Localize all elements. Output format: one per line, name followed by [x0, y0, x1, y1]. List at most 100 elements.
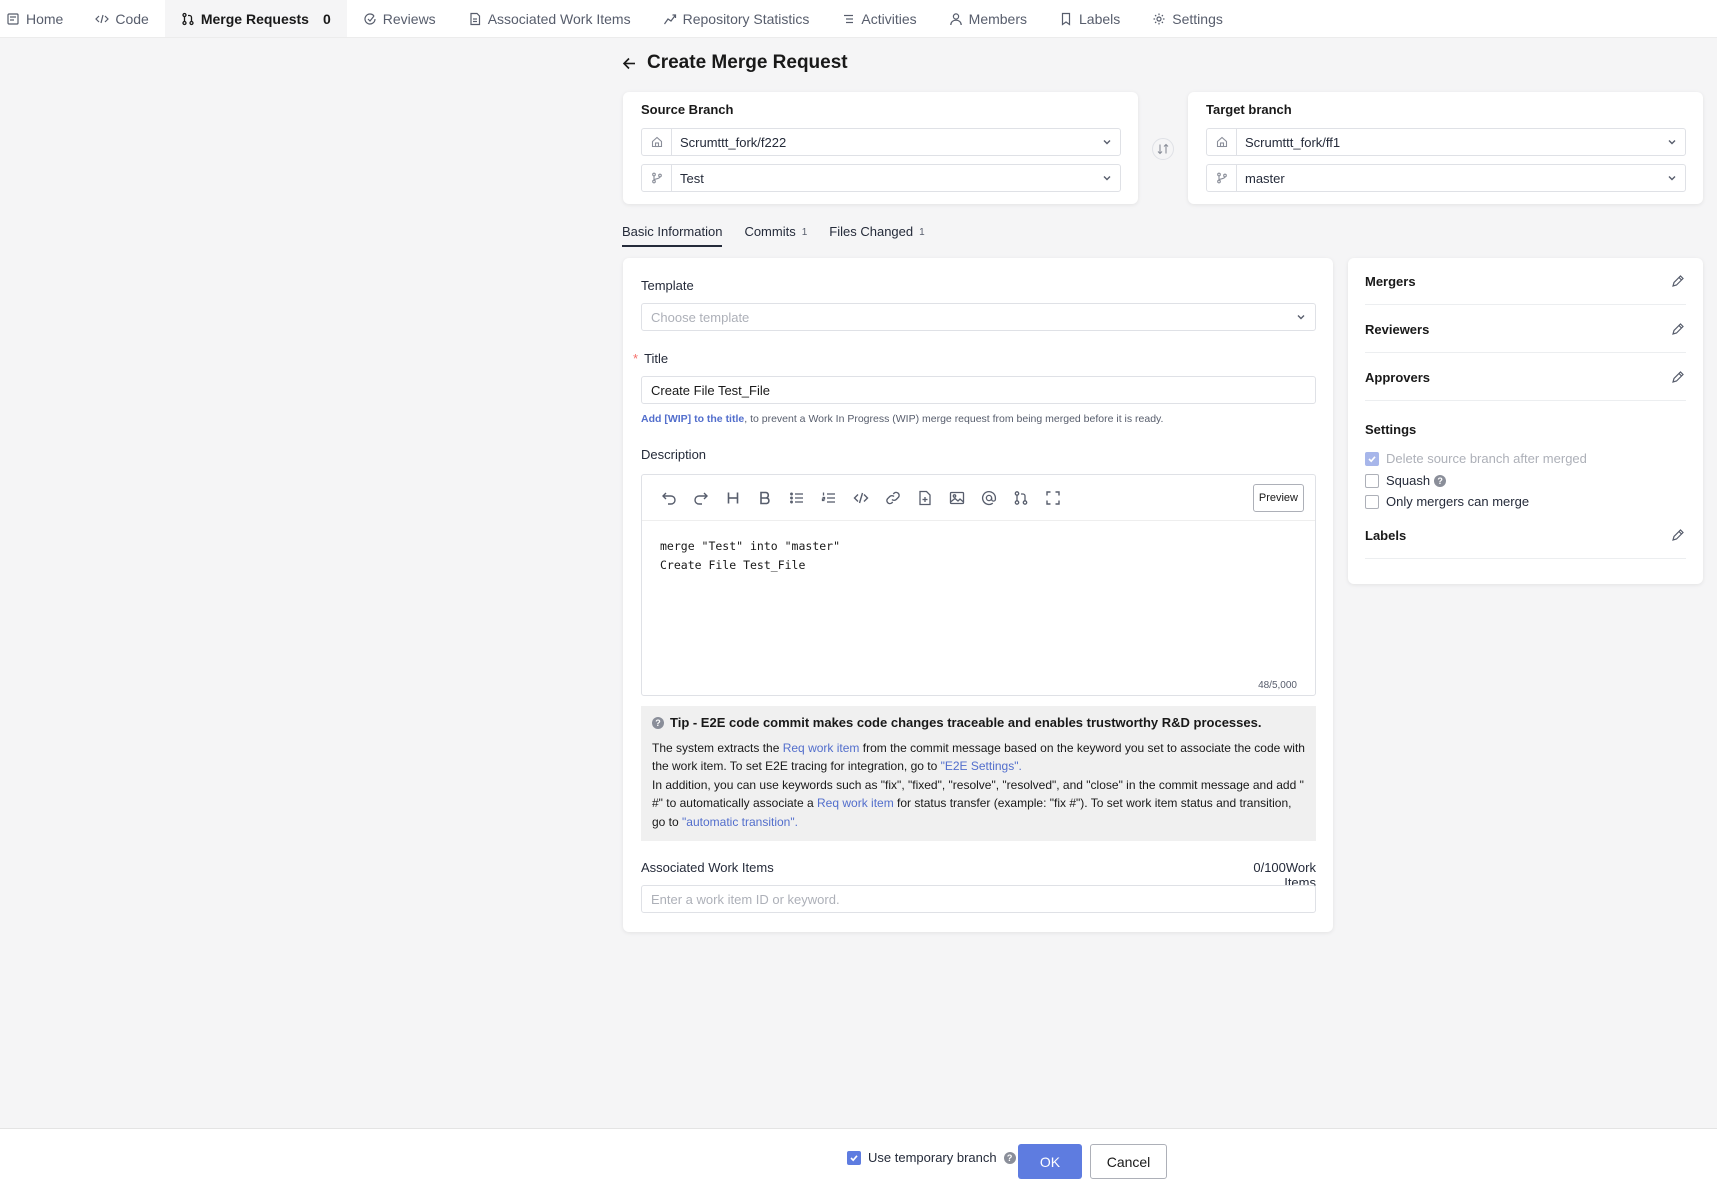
e2e-tip: ? Tip - E2E code commit makes code chang… [641, 706, 1316, 841]
bullet-list-icon[interactable] [788, 489, 806, 507]
tab-files-changed[interactable]: Files Changed 1 [829, 224, 924, 247]
tab-home[interactable]: Home [0, 0, 79, 37]
req-work-item-link[interactable]: Req work item [783, 741, 860, 755]
tab-merge-requests[interactable]: Merge Requests 0 [164, 0, 347, 37]
merge-settings-panel: Mergers Reviewers Approvers Settings Del… [1348, 258, 1703, 584]
chart-icon [663, 12, 677, 26]
target-branch-select[interactable]: master [1206, 164, 1686, 192]
only-mergers-checkbox[interactable] [1365, 494, 1379, 509]
approvers-row: Approvers [1365, 354, 1686, 401]
target-repo-value: Scrumttt_fork/ff1 [1245, 134, 1341, 150]
tab-reviews[interactable]: Reviews [347, 0, 452, 37]
page-header: Create Merge Request [622, 52, 848, 74]
approvers-label: Approvers [1365, 369, 1431, 385]
work-item-placeholder: Enter a work item ID or keyword. [651, 891, 840, 907]
tab-labels-label: Labels [1079, 10, 1121, 27]
link-icon[interactable] [884, 489, 902, 507]
image-icon[interactable] [948, 489, 966, 507]
use-temporary-branch-option[interactable]: Use temporary branch ? [847, 1150, 1016, 1165]
source-branch-select[interactable]: Test [641, 164, 1121, 192]
description-textarea[interactable]: merge "Test" into "master" Create File T… [642, 521, 1315, 591]
delete-source-branch-checkbox[interactable] [1365, 451, 1379, 466]
bold-icon[interactable] [756, 489, 774, 507]
template-select[interactable]: Choose template [641, 303, 1316, 331]
labels-row: Labels [1365, 512, 1686, 559]
title-label: Title [644, 351, 669, 366]
tab-basic-information[interactable]: Basic Information [622, 224, 723, 247]
wip-hint: Add [WIP] to the title, to prevent a Wor… [641, 413, 1163, 425]
list-icon [841, 12, 855, 26]
merge-request-icon [181, 12, 195, 26]
tab-merge-requests-label: Merge Requests [200, 10, 309, 27]
template-placeholder: Choose template [651, 309, 750, 325]
add-wip-link[interactable]: Add [WIP] to the title [641, 413, 744, 425]
tab-settings[interactable]: Settings [1136, 0, 1239, 37]
commits-count: 1 [801, 227, 808, 238]
numbered-list-icon[interactable] [820, 489, 838, 507]
tab-commits-label: Commits [744, 224, 796, 239]
source-repo-select[interactable]: Scrumttt_fork/f222 [641, 128, 1121, 156]
squash-option[interactable]: Squash ? [1365, 473, 1447, 488]
target-branch-card: Target branch Scrumttt_fork/ff1 master [1188, 92, 1703, 204]
merge-request-link-icon[interactable] [1012, 489, 1030, 507]
edit-pencil-icon[interactable] [1670, 321, 1686, 337]
merge-requests-count: 0 [322, 10, 331, 27]
squash-label: Squash [1386, 473, 1431, 488]
files-changed-count: 1 [919, 227, 925, 238]
help-icon[interactable]: ? [1003, 1151, 1016, 1164]
automatic-transition-link[interactable]: "automatic transition". [682, 815, 798, 829]
tab-associated-work-items[interactable]: Associated Work Items [452, 0, 647, 37]
description-editor: Preview merge "Test" into "master" Creat… [641, 474, 1316, 696]
use-temporary-branch-checkbox[interactable] [847, 1150, 861, 1165]
squash-checkbox[interactable] [1365, 473, 1379, 488]
document-icon [468, 12, 482, 26]
edit-pencil-icon[interactable] [1670, 369, 1686, 385]
code-block-icon[interactable] [852, 489, 870, 507]
edit-pencil-icon[interactable] [1670, 273, 1686, 289]
reviewers-row: Reviewers [1365, 306, 1686, 353]
source-branch-title: Source Branch [641, 102, 734, 117]
tab-members[interactable]: Members [933, 0, 1043, 37]
tab-commits[interactable]: Commits 1 [744, 224, 807, 247]
edit-pencil-icon[interactable] [1670, 527, 1686, 543]
tab-code-label: Code [115, 10, 149, 27]
chevron-down-icon [1094, 173, 1120, 183]
character-count: 48/5,000 [1258, 680, 1297, 691]
chevron-down-icon [1296, 312, 1306, 322]
req-work-item-link[interactable]: Req work item [817, 796, 894, 810]
title-input[interactable]: Create File Test_File [641, 376, 1316, 404]
title-value: Create File Test_File [651, 382, 770, 398]
work-item-search-input[interactable]: Enter a work item ID or keyword. [641, 885, 1316, 913]
tab-labels[interactable]: Labels [1043, 0, 1136, 37]
swap-branches-icon[interactable] [1152, 138, 1174, 160]
source-branch-card: Source Branch Scrumttt_fork/f222 Test [623, 92, 1138, 204]
title-label-row: * Title [633, 351, 668, 366]
undo-icon[interactable] [660, 489, 678, 507]
tab-activities[interactable]: Activities [825, 0, 932, 37]
e2e-settings-link[interactable]: "E2E Settings". [941, 759, 1022, 773]
target-repo-select[interactable]: Scrumttt_fork/ff1 [1206, 128, 1686, 156]
heading-icon[interactable] [724, 489, 742, 507]
redo-icon[interactable] [692, 489, 710, 507]
mention-icon[interactable] [980, 489, 998, 507]
help-icon[interactable]: ? [1434, 474, 1447, 487]
tab-reviews-label: Reviews [382, 10, 436, 27]
branch-icon [642, 165, 672, 191]
only-mergers-option[interactable]: Only mergers can merge [1365, 494, 1529, 509]
user-icon [949, 12, 963, 26]
chevron-down-icon [1659, 173, 1685, 183]
tab-repository-statistics[interactable]: Repository Statistics [647, 0, 826, 37]
tip-title-row: ? Tip - E2E code commit makes code chang… [652, 714, 1305, 733]
source-branch-value: Test [680, 170, 704, 186]
mergers-row: Mergers [1365, 258, 1686, 305]
ok-button[interactable]: OK [1018, 1144, 1082, 1179]
tab-code[interactable]: Code [79, 0, 164, 37]
tab-repository-statistics-label: Repository Statistics [682, 10, 810, 27]
preview-button[interactable]: Preview [1252, 484, 1304, 512]
fullscreen-icon[interactable] [1044, 489, 1062, 507]
back-arrow-icon[interactable] [622, 56, 637, 71]
target-branch-title: Target branch [1206, 102, 1292, 117]
attachment-icon[interactable] [916, 489, 934, 507]
cancel-button[interactable]: Cancel [1090, 1144, 1167, 1179]
delete-source-branch-option[interactable]: Delete source branch after merged [1365, 451, 1587, 466]
